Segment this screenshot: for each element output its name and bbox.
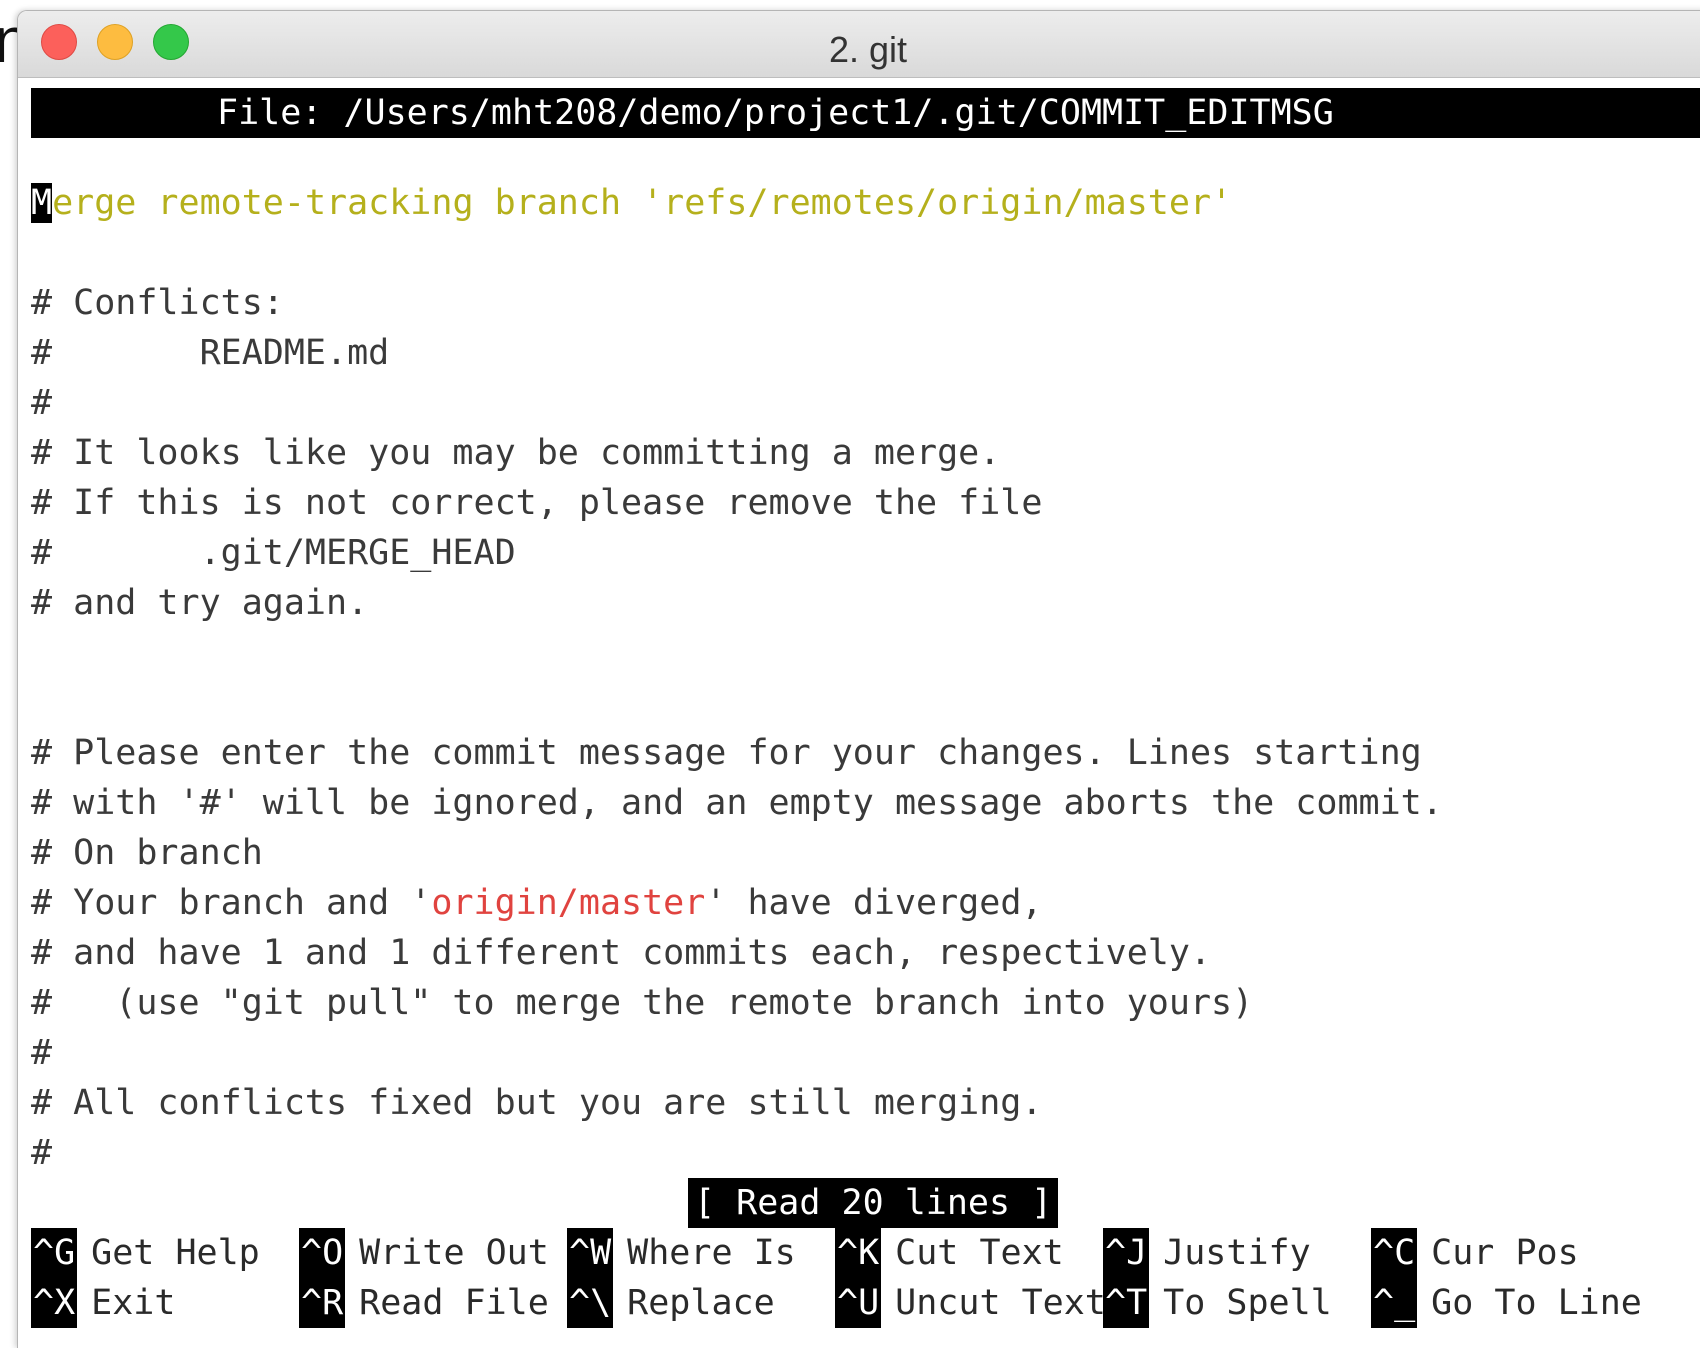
comment-line: # Your branch and 'origin/master' have d… (31, 878, 1042, 928)
comment-line: # (31, 383, 53, 423)
comment-line: # README.md (31, 333, 390, 373)
shortcut-label: Justify (1163, 1233, 1311, 1273)
comment-line: # .git/MERGE_HEAD (31, 533, 516, 573)
text-cursor: M (31, 183, 53, 223)
shortcut-label: Cut Text (895, 1233, 1064, 1273)
shortcut-label: Get Help (91, 1233, 260, 1273)
shortcut-to-spell[interactable]: ^T To Spell (1103, 1278, 1332, 1328)
comment-line: # (31, 1033, 53, 1073)
shortcut-label: Write Out (359, 1233, 549, 1273)
shortcut-label: Uncut Text (895, 1283, 1106, 1323)
shortcut-key: ^O (299, 1228, 346, 1278)
shortcut-label: Cur Pos (1431, 1233, 1579, 1273)
comment-line: # It looks like you may be committing a … (31, 433, 1001, 473)
terminal-window: 2. git File: /Users/mht208/demo/project1… (17, 10, 1700, 1348)
shortcut-key: ^X (31, 1278, 78, 1328)
shortcut-key: ^W (567, 1228, 614, 1278)
comment-line: # Conflicts: (31, 283, 284, 323)
remote-branch-name: origin/master (431, 883, 706, 923)
shortcut-key: ^U (835, 1278, 882, 1328)
comment-line: # with '#' will be ignored, and an empty… (31, 783, 1443, 823)
comment-line: # On branch (31, 833, 263, 873)
shortcut-bar: ^G Get Help ^O Write Out ^W Where Is ^K Cut … (31, 1228, 1700, 1328)
shortcut-cur-pos[interactable]: ^C Cur Pos (1371, 1228, 1579, 1278)
shortcut-label: Go To Line (1431, 1283, 1642, 1323)
merge-message-text: erge remote-tracking branch 'refs/remote… (52, 183, 1233, 223)
shortcut-key: ^G (31, 1228, 78, 1278)
nano-header-bar: File: /Users/mht208/demo/project1/.git/C… (31, 88, 1700, 138)
shortcut-where-is[interactable]: ^W Where Is (567, 1228, 796, 1278)
comment-line: # and have 1 and 1 different commits eac… (31, 933, 1212, 973)
status-message: [ Read 20 lines ] (688, 1178, 1059, 1228)
comment-line: # If this is not correct, please remove … (31, 483, 1043, 523)
shortcut-cut-text[interactable]: ^K Cut Text (835, 1228, 1064, 1278)
comment-line: # (use "git pull" to merge the remote br… (31, 983, 1254, 1023)
nano-editor[interactable]: File: /Users/mht208/demo/project1/.git/C… (31, 78, 1700, 1348)
shortcut-key: ^T (1103, 1278, 1150, 1328)
shortcut-get-help[interactable]: ^G Get Help (31, 1228, 260, 1278)
shortcut-replace[interactable]: ^\ Replace (567, 1278, 775, 1328)
commit-message-line[interactable]: Merge remote-tracking branch 'refs/remot… (31, 178, 1232, 228)
shortcut-exit[interactable]: ^X Exit (31, 1278, 175, 1328)
window-titlebar: 2. git (18, 11, 1700, 78)
shortcut-go-to-line[interactable]: ^_ Go To Line (1371, 1278, 1642, 1328)
comment-line: # (31, 1133, 53, 1173)
shortcut-key: ^J (1103, 1228, 1150, 1278)
shortcut-label: Replace (627, 1283, 775, 1323)
window-title: 2. git (828, 29, 908, 70)
comment-line: # Please enter the commit message for yo… (31, 733, 1422, 773)
shortcut-key: ^\ (567, 1278, 614, 1328)
shortcut-label: To Spell (1163, 1283, 1332, 1323)
shortcut-read-file[interactable]: ^R Read File (299, 1278, 549, 1328)
shortcut-key: ^K (835, 1228, 882, 1278)
shortcut-uncut-text[interactable]: ^U Uncut Text (835, 1278, 1106, 1328)
shortcut-key: ^C (1371, 1228, 1418, 1278)
shortcut-label: Exit (91, 1283, 176, 1323)
file-path-header: File: /Users/mht208/demo/project1/.git/C… (217, 93, 1334, 133)
comment-line: # and try again. (31, 583, 369, 623)
shortcut-justify[interactable]: ^J Justify (1103, 1228, 1311, 1278)
shortcut-key: ^R (299, 1278, 346, 1328)
comment-text: ' have diverged, (705, 883, 1043, 923)
shortcut-key: ^_ (1371, 1278, 1418, 1328)
comment-text: # Your branch and ' (31, 883, 432, 923)
comment-line: # All conflicts fixed but you are still … (31, 1083, 1043, 1123)
shortcut-label: Where Is (627, 1233, 796, 1273)
shortcut-write-out[interactable]: ^O Write Out (299, 1228, 549, 1278)
shortcut-label: Read File (359, 1283, 549, 1323)
